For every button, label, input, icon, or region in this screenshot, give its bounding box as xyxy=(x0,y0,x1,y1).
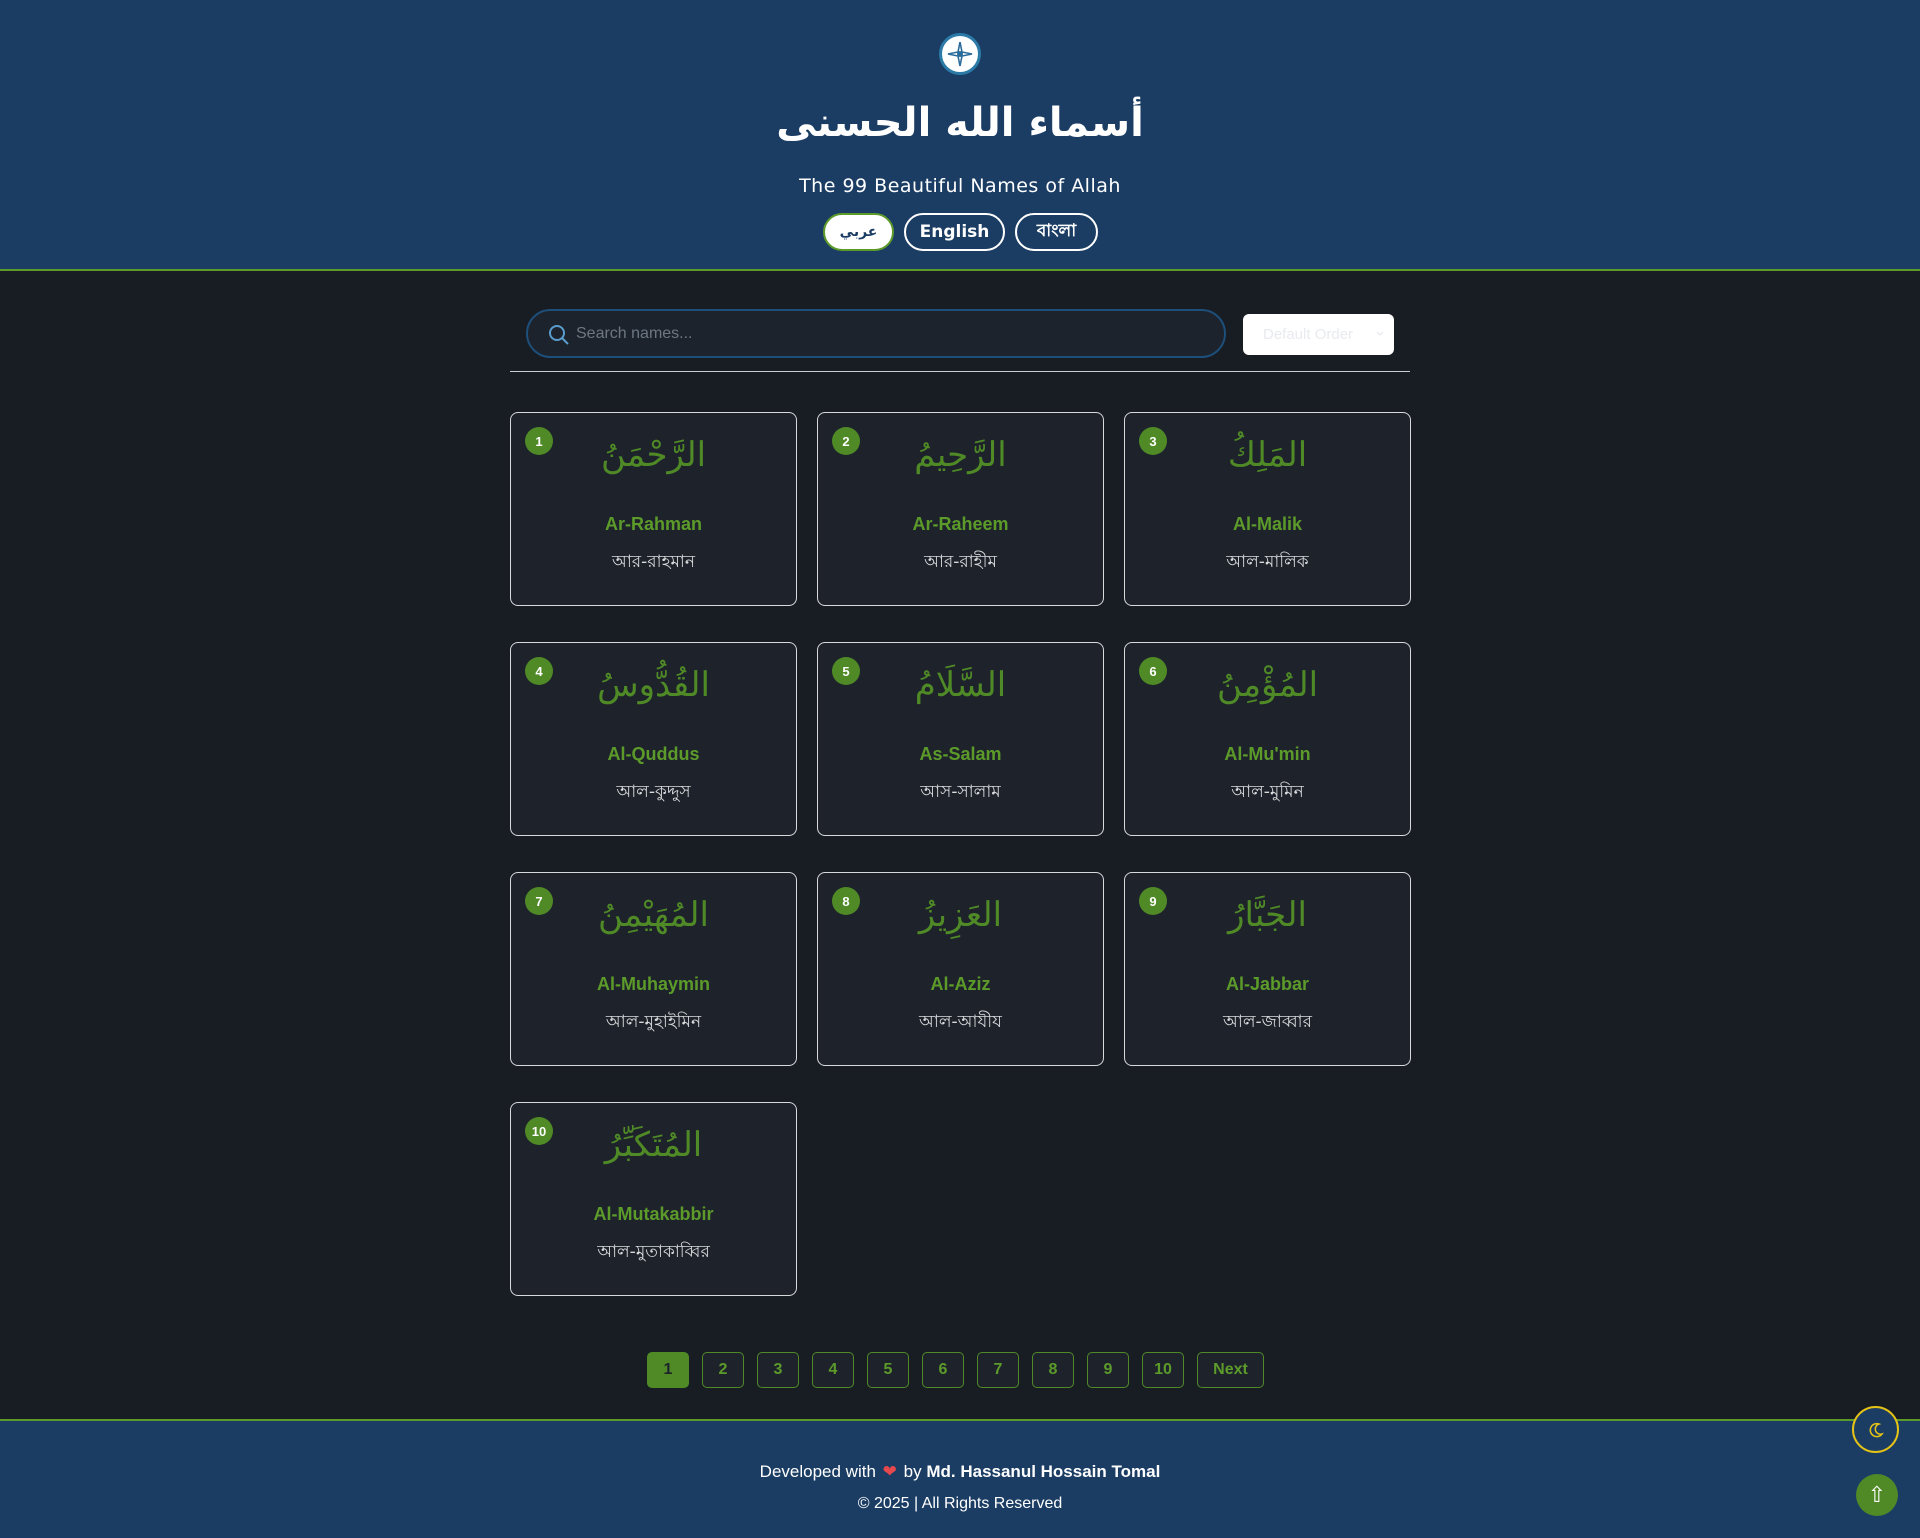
card-arabic-name: المُهَيْمِنُ xyxy=(598,895,709,935)
card-bangla-name: আল-জাব্বার xyxy=(1223,1012,1312,1032)
footer-copyright: © 2025 | All Rights Reserved xyxy=(857,1495,1063,1512)
page-button-7[interactable]: 7 xyxy=(977,1352,1019,1388)
footer-credit: Developed with ❤ by Md. Hassanul Hossain… xyxy=(0,1462,1920,1482)
page-button-3[interactable]: 3 xyxy=(757,1352,799,1388)
card-arabic-name: المُؤْمِنُ xyxy=(1216,665,1319,705)
card-transliteration: Ar-Rahman xyxy=(604,514,702,534)
card-arabic-name: الجَبَّارُ xyxy=(1228,895,1307,935)
card-bangla-name: আল-মালিক xyxy=(1226,552,1309,572)
next-page-button[interactable]: Next xyxy=(1197,1352,1264,1388)
arrow-up-icon: ⇧ xyxy=(1867,1482,1887,1507)
page-button-10[interactable]: 10 xyxy=(1142,1352,1184,1388)
page-button-6[interactable]: 6 xyxy=(922,1352,964,1388)
name-card[interactable]: 3 المَلِكُ Al-Malik আল-মালিক xyxy=(1124,412,1411,606)
name-card[interactable]: 6 المُؤْمِنُ Al-Mu'min আল-মুমিন xyxy=(1124,642,1411,836)
language-switcher: عربي English বাংলা xyxy=(823,213,1098,251)
name-card[interactable]: 4 القُدُّوسُ Al-Quddus আল-কুদ্দুস xyxy=(510,642,797,836)
footer-author: Md. Hassanul Hossain Tomal xyxy=(926,1462,1161,1481)
names-grid: 1 الرَّحْمَنُ Ar-Rahman আর-রাহমান 2 الرَ… xyxy=(510,412,1411,1296)
page-title: أسماء الله الحسنى xyxy=(776,100,1144,146)
card-bangla-name: আর-রাহীম xyxy=(924,552,997,572)
card-transliteration: Al-Malik xyxy=(1232,514,1302,534)
page-button-1[interactable]: 1 xyxy=(647,1352,689,1388)
search-toolbar: Default Order xyxy=(510,307,1410,372)
page-button-8[interactable]: 8 xyxy=(1032,1352,1074,1388)
card-transliteration: Al-Quddus xyxy=(607,744,700,764)
card-bangla-name: আল-মুহাইমিন xyxy=(605,1012,702,1032)
card-transliteration: Ar-Raheem xyxy=(912,514,1009,534)
page-button-9[interactable]: 9 xyxy=(1087,1352,1129,1388)
card-transliteration: As-Salam xyxy=(919,744,1002,764)
name-card[interactable]: 7 المُهَيْمِنُ Al-Muhaymin আল-মুহাইমিন xyxy=(510,872,797,1066)
order-select[interactable]: Default Order xyxy=(1243,314,1394,355)
card-arabic-name: الرَّحِيمُ xyxy=(914,435,1007,475)
card-arabic-name: الرَّحْمَنُ xyxy=(600,435,707,475)
card-bangla-name: আল-মুমিন xyxy=(1231,782,1304,802)
card-arabic-name: المُتَكَبِّرُ xyxy=(604,1125,703,1165)
card-bangla-name: আল-আযীয xyxy=(919,1012,1002,1032)
theme-toggle-button[interactable] xyxy=(1852,1406,1899,1453)
page-button-5[interactable]: 5 xyxy=(867,1352,909,1388)
name-card[interactable]: 8 العَزِيزُ Al-Aziz আল-আযীয xyxy=(817,872,1104,1066)
search-input[interactable] xyxy=(576,311,1206,356)
card-bangla-name: আল-কুদ্দুস xyxy=(616,782,691,802)
card-arabic-name: المَلِكُ xyxy=(1227,435,1308,475)
moon-icon xyxy=(1869,1422,1884,1437)
card-transliteration: Al-Mu'min xyxy=(1224,744,1311,764)
lang-button-bangla[interactable]: বাংলা xyxy=(1015,213,1098,251)
site-header: أسماء الله الحسنى The 99 Beautiful Names… xyxy=(0,0,1920,271)
page-button-2[interactable]: 2 xyxy=(702,1352,744,1388)
search-icon xyxy=(549,325,569,345)
name-card[interactable]: 10 المُتَكَبِّرُ Al-Mutakabbir আল-মুতাকা… xyxy=(510,1102,797,1296)
card-bangla-name: আল-মুতাকাব্বির xyxy=(597,1242,710,1262)
page-button-4[interactable]: 4 xyxy=(812,1352,854,1388)
chevron-down-icon xyxy=(1376,331,1384,336)
card-transliteration: Al-Aziz xyxy=(930,974,991,994)
order-select-value: Default Order xyxy=(1263,326,1354,343)
page-subtitle: The 99 Beautiful Names of Allah xyxy=(799,175,1121,197)
name-card[interactable]: 2 الرَّحِيمُ Ar-Raheem আর-রাহীম xyxy=(817,412,1104,606)
card-arabic-name: العَزِيزُ xyxy=(918,895,1003,935)
scroll-to-top-button[interactable]: ⇧ xyxy=(1856,1474,1898,1516)
footer-by: by xyxy=(903,1462,922,1481)
search-box[interactable] xyxy=(526,309,1226,358)
pagination: 1 2 3 4 5 6 7 8 9 10 Next xyxy=(647,1352,1264,1388)
heart-icon: ❤ xyxy=(882,1462,897,1481)
name-card[interactable]: 9 الجَبَّارُ Al-Jabbar আল-জাব্বার xyxy=(1124,872,1411,1066)
lang-button-english[interactable]: English xyxy=(904,213,1005,251)
card-transliteration: Al-Jabbar xyxy=(1225,974,1310,994)
site-footer: Developed with ❤ by Md. Hassanul Hossain… xyxy=(0,1419,1920,1538)
name-card[interactable]: 5 السَّلَامُ As-Salam আস-সালাম xyxy=(817,642,1104,836)
card-arabic-name: القُدُّوسُ xyxy=(597,665,710,705)
footer-developed-with: Developed with xyxy=(759,1462,876,1481)
lang-button-arabic[interactable]: عربي xyxy=(823,213,894,251)
compass-icon xyxy=(939,33,981,75)
card-bangla-name: আর-রাহমান xyxy=(611,552,696,572)
card-transliteration: Al-Mutakabbir xyxy=(593,1204,714,1224)
card-arabic-name: السَّلَامُ xyxy=(914,665,1007,705)
card-transliteration: Al-Muhaymin xyxy=(596,974,710,994)
card-bangla-name: আস-সালাম xyxy=(920,782,1001,802)
name-card[interactable]: 1 الرَّحْمَنُ Ar-Rahman আর-রাহমান xyxy=(510,412,797,606)
